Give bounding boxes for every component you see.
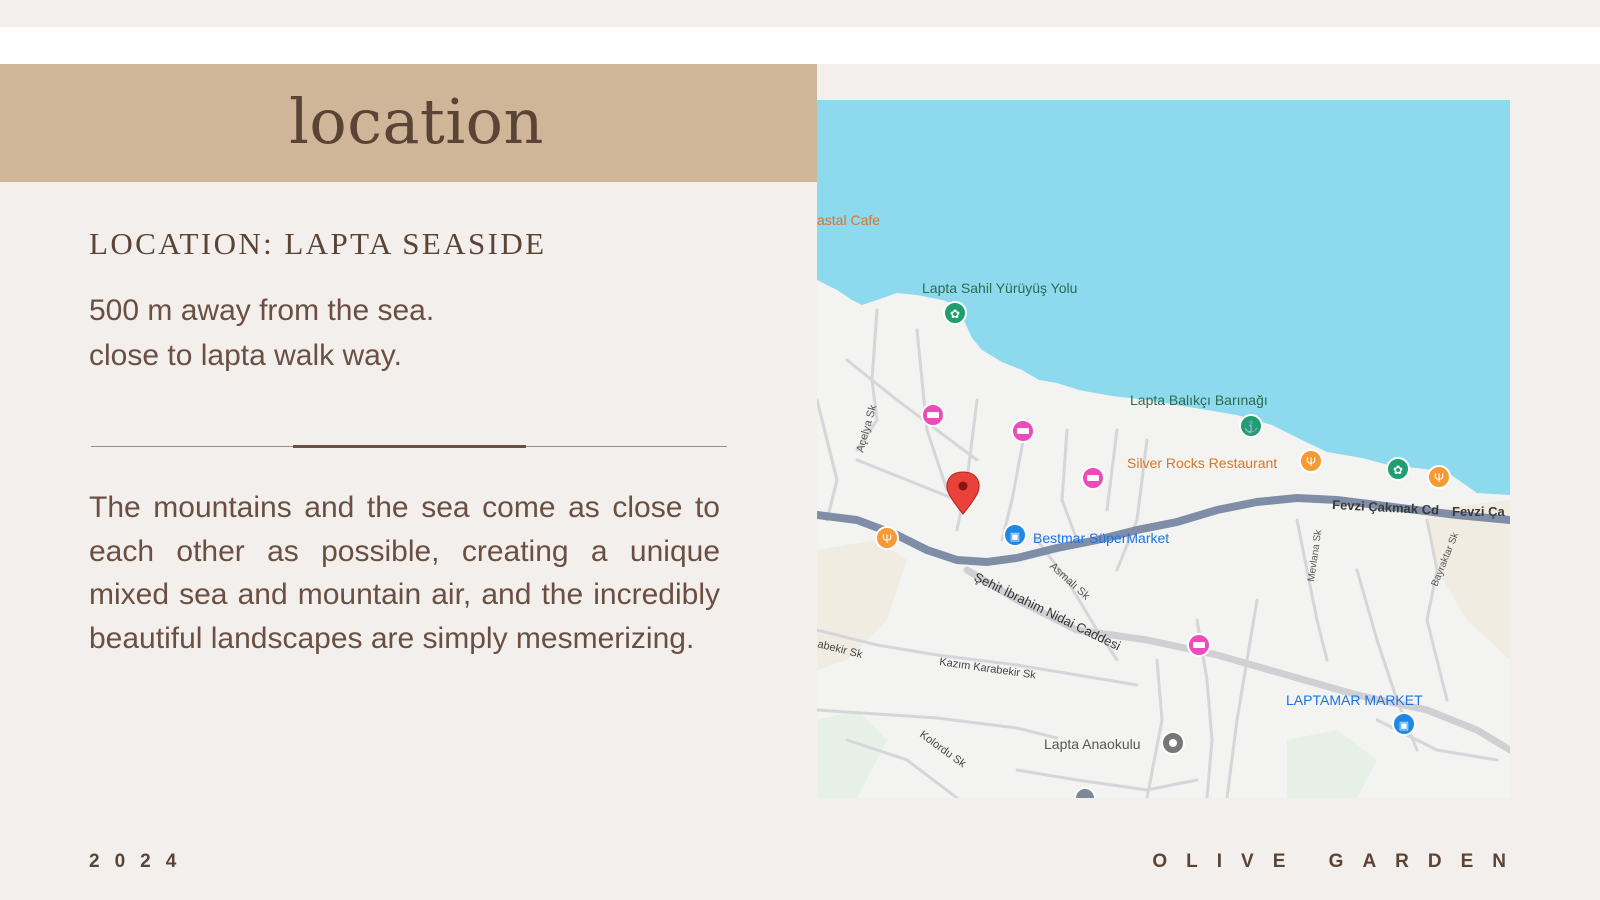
map-view[interactable]: Fevzi Çakmak Cd Fevzi Ça Açelya Sk Asmal… (817, 100, 1510, 798)
footer-brand: OLIVE GARDEN (1152, 851, 1525, 872)
place-label-walkway[interactable]: Lapta Sahil Yürüyüş Yolu (922, 280, 1077, 296)
intro-line: close to lapta walk way. (89, 339, 402, 372)
page-title: location (289, 84, 544, 158)
top-strip (0, 0, 1600, 27)
street-label: Fevzi Ça (1452, 504, 1506, 519)
svg-text:Ψ: Ψ (1434, 471, 1444, 485)
shopping-icon[interactable]: ▣ (1392, 712, 1416, 736)
svg-text:✿: ✿ (950, 307, 960, 321)
place-label-bestmar[interactable]: Bestmar SüperMarket (1033, 530, 1169, 546)
intro-text: 500 m away from the sea. close to lapta … (89, 288, 649, 378)
place-label-anaokulu[interactable]: Lapta Anaokulu (1044, 736, 1141, 752)
restaurant-icon[interactable]: Ψ (1427, 465, 1451, 489)
divider-accent (293, 445, 526, 448)
location-heading: LOCATION: LAPTA SEASIDE (89, 226, 547, 261)
school-icon[interactable] (1161, 731, 1185, 755)
footer-year: 2024 (89, 851, 192, 872)
svg-text:▣: ▣ (1399, 720, 1409, 732)
place-label-laptamar[interactable]: LAPTAMAR MARKET (1286, 692, 1423, 708)
hotel-icon[interactable] (1081, 466, 1105, 490)
hotel-icon[interactable] (1011, 419, 1035, 443)
description-text: The mountains and the sea come as close … (89, 491, 720, 655)
svg-text:✿: ✿ (1393, 463, 1403, 477)
restaurant-icon[interactable]: Ψ (875, 526, 899, 550)
svg-text:Ψ: Ψ (882, 532, 892, 546)
shopping-icon[interactable]: ▣ (1003, 523, 1027, 547)
park-icon[interactable]: ✿ (943, 301, 967, 325)
hotel-icon[interactable] (921, 403, 945, 427)
svg-text:Ψ: Ψ (1306, 455, 1316, 469)
place-label-coastal-cafe[interactable]: astal Cafe (817, 212, 880, 228)
park-icon[interactable]: ✿ (1386, 457, 1410, 481)
title-banner: location (0, 64, 817, 182)
header-band (0, 27, 1600, 64)
park-icon[interactable]: ⚓ (1239, 414, 1263, 438)
place-label-harbor[interactable]: Lapta Balıkçı Barınağı (1130, 392, 1268, 408)
restaurant-icon[interactable]: Ψ (1299, 449, 1323, 473)
intro-line: 500 m away from the sea. (89, 294, 435, 327)
hotel-icon[interactable] (1187, 633, 1211, 657)
svg-text:▣: ▣ (1010, 531, 1020, 543)
svg-text:⚓: ⚓ (1244, 420, 1259, 434)
place-label-silver-rocks[interactable]: Silver Rocks Restaurant (1127, 455, 1277, 471)
